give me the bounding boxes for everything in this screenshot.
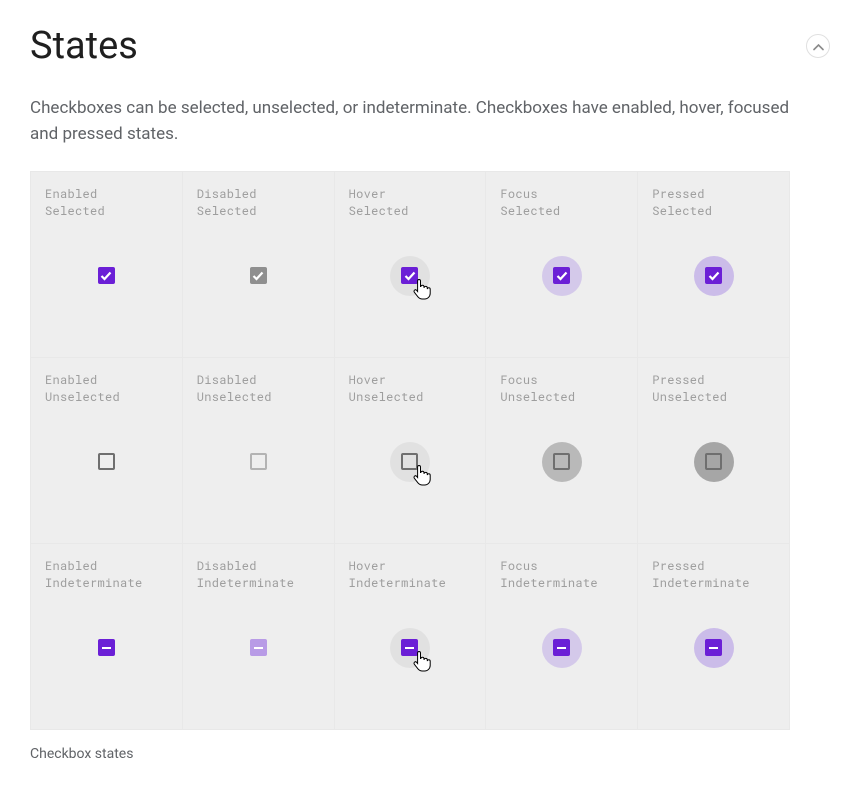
cell-hover-indeterminate: Hover Indeterminate: [335, 544, 486, 729]
cell-label: Focus Selected: [500, 186, 623, 221]
checkbox-states-grid: Enabled Selected Disabled Selected Hover…: [30, 171, 790, 730]
cell-pressed-unselected: Pressed Unselected: [638, 358, 789, 543]
cell-enabled-selected: Enabled Selected: [31, 172, 182, 357]
checkbox-pressed-selected[interactable]: [694, 256, 734, 296]
cell-focus-selected: Focus Selected: [486, 172, 637, 357]
cell-label: Hover Selected: [349, 186, 472, 221]
cell-label: Disabled Indeterminate: [197, 558, 320, 593]
cell-enabled-indeterminate: Enabled Indeterminate: [31, 544, 182, 729]
cell-label: Enabled Indeterminate: [45, 558, 168, 593]
checkbox-enabled-selected[interactable]: [86, 256, 126, 296]
cell-hover-unselected: Hover Unselected: [335, 358, 486, 543]
cell-label: Enabled Unselected: [45, 372, 168, 407]
cell-focus-unselected: Focus Unselected: [486, 358, 637, 543]
section-title: States: [30, 24, 138, 68]
cell-enabled-unselected: Enabled Unselected: [31, 358, 182, 543]
cell-label: Hover Indeterminate: [349, 558, 472, 593]
checkbox-disabled-selected: [238, 256, 278, 296]
checkbox-disabled-unselected: [238, 442, 278, 482]
section-intro: Checkboxes can be selected, unselected, …: [30, 96, 790, 147]
cell-disabled-indeterminate: Disabled Indeterminate: [183, 544, 334, 729]
checkbox-enabled-unselected[interactable]: [86, 442, 126, 482]
cell-label: Focus Unselected: [500, 372, 623, 407]
cell-label: Pressed Unselected: [652, 372, 775, 407]
cell-label: Disabled Unselected: [197, 372, 320, 407]
cell-pressed-selected: Pressed Selected: [638, 172, 789, 357]
checkbox-focus-selected[interactable]: [542, 256, 582, 296]
checkbox-focus-unselected[interactable]: [542, 442, 582, 482]
checkbox-pressed-indeterminate[interactable]: [694, 628, 734, 668]
cell-label: Enabled Selected: [45, 186, 168, 221]
cell-label: Focus Indeterminate: [500, 558, 623, 593]
checkbox-pressed-unselected[interactable]: [694, 442, 734, 482]
checkbox-hover-unselected[interactable]: [390, 442, 430, 482]
cell-disabled-selected: Disabled Selected: [183, 172, 334, 357]
collapse-button[interactable]: [806, 34, 830, 58]
cell-disabled-unselected: Disabled Unselected: [183, 358, 334, 543]
checkbox-enabled-indeterminate[interactable]: [86, 628, 126, 668]
cell-label: Disabled Selected: [197, 186, 320, 221]
cell-focus-indeterminate: Focus Indeterminate: [486, 544, 637, 729]
checkbox-hover-indeterminate[interactable]: [390, 628, 430, 668]
cell-hover-selected: Hover Selected: [335, 172, 486, 357]
cell-pressed-indeterminate: Pressed Indeterminate: [638, 544, 789, 729]
cell-label: Hover Unselected: [349, 372, 472, 407]
chevron-up-icon: [813, 39, 824, 54]
figure-caption: Checkbox states: [30, 746, 830, 762]
cell-label: Pressed Indeterminate: [652, 558, 775, 593]
checkbox-focus-indeterminate[interactable]: [542, 628, 582, 668]
checkbox-disabled-indeterminate: [238, 628, 278, 668]
cell-label: Pressed Selected: [652, 186, 775, 221]
checkbox-hover-selected[interactable]: [390, 256, 430, 296]
